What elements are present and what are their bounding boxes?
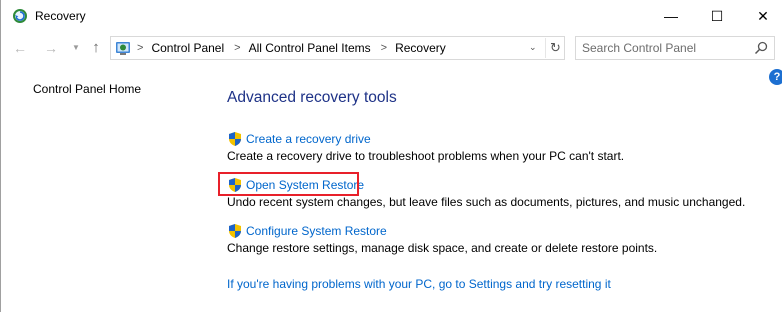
breadcrumb-control-panel[interactable]: Control Panel [151,41,224,55]
search-icon[interactable] [753,40,769,56]
tool-configure-system-restore: Configure System Restore Change restore … [227,223,657,255]
search-box[interactable] [575,36,775,60]
close-icon: ✕ [757,7,769,24]
tool-description: Create a recovery drive to troubleshoot … [227,149,625,163]
tool-link-label[interactable]: Create a recovery drive [246,132,371,146]
recovery-icon [13,9,27,23]
window-title: Recovery [35,9,86,23]
refresh-button[interactable]: ↻ [545,38,565,58]
breadcrumb-all-items[interactable]: All Control Panel Items [249,41,371,55]
chevron-down-icon: ▼ [72,43,80,52]
create-recovery-drive-link[interactable]: Create a recovery drive [227,131,624,147]
reset-pc-link[interactable]: If you're having problems with your PC, … [227,277,611,291]
title-bar: Recovery — ☐ ✕ [1,0,782,32]
tool-description: Undo recent system changes, but leave fi… [227,195,746,209]
maximize-icon: ☐ [710,7,724,24]
tool-description: Change restore settings, manage disk spa… [227,241,658,255]
help-button[interactable]: ? [769,69,782,85]
back-button[interactable]: ← [11,39,29,57]
uac-shield-icon [229,224,241,238]
uac-shield-icon [229,132,241,146]
arrow-left-icon: ← [13,40,27,56]
address-bar[interactable]: > Control Panel > All Control Panel Item… [110,36,565,60]
page-title: Advanced recovery tools [227,89,397,106]
control-panel-home-link[interactable]: Control Panel Home [33,82,141,96]
configure-system-restore-link[interactable]: Configure System Restore [227,223,657,239]
control-panel-icon [116,42,130,55]
recovery-window: Recovery — ☐ ✕ ← → ▼ ↑ > Control Panel >… [0,0,782,312]
tool-create-recovery-drive: Create a recovery drive Create a recover… [227,131,624,163]
forward-button[interactable]: → [42,39,60,57]
arrow-right-icon: → [44,40,58,56]
recent-locations-button[interactable]: ▼ [67,39,85,57]
breadcrumb-separator: > [234,42,241,54]
breadcrumb-separator: > [137,42,144,54]
refresh-icon: ↻ [550,40,561,55]
highlight-box [218,172,359,196]
tool-link-label[interactable]: Configure System Restore [246,224,387,238]
close-button[interactable]: ✕ [740,0,782,32]
breadcrumb-separator: > [380,42,388,54]
minimize-icon: — [664,8,678,24]
address-dropdown-icon[interactable]: ⌄ [529,42,537,53]
breadcrumb-recovery[interactable]: Recovery [395,41,446,55]
minimize-button[interactable]: — [648,0,694,32]
navigation-bar: ← → ▼ ↑ > Control Panel > All Control Pa… [1,33,782,63]
arrow-up-icon: ↑ [92,39,100,56]
search-input[interactable] [582,40,747,56]
up-button[interactable]: ↑ [87,39,105,57]
maximize-button[interactable]: ☐ [694,0,740,32]
breadcrumb: > Control Panel > All Control Panel Item… [137,41,456,55]
help-icon: ? [773,71,781,83]
